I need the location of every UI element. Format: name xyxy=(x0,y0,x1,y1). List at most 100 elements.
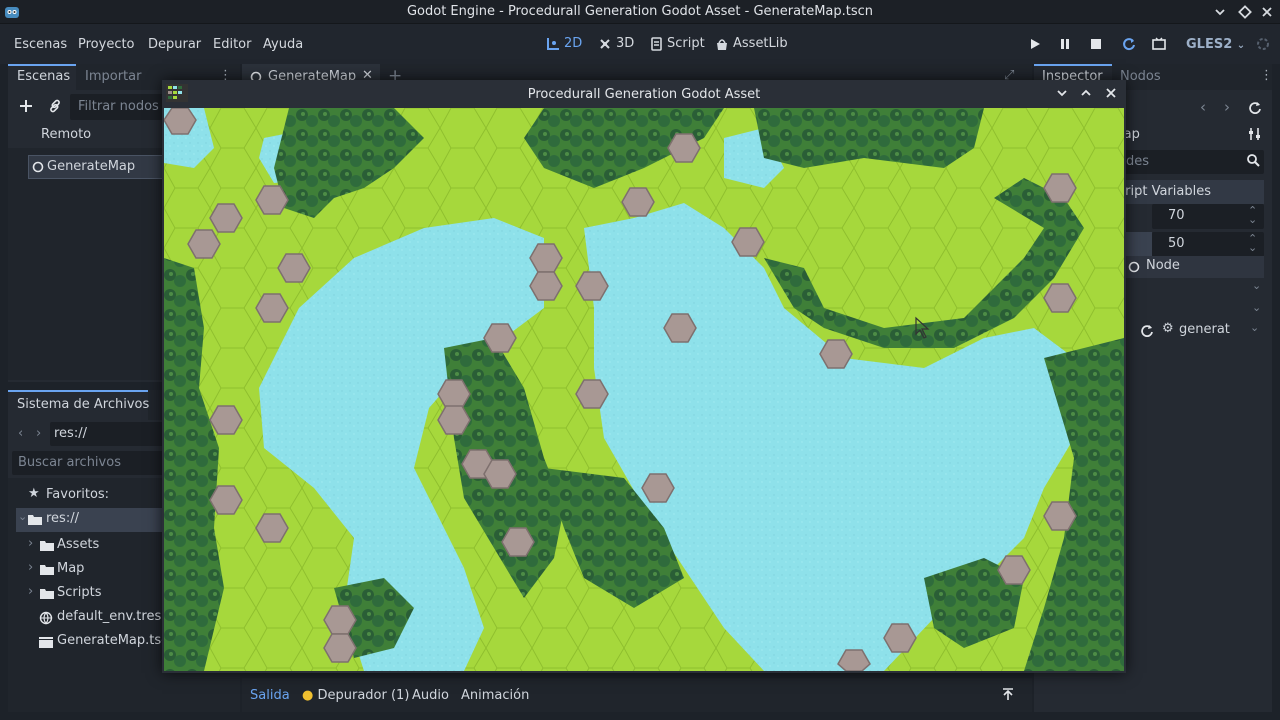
node-label: Node xyxy=(1146,258,1180,273)
tab-audio[interactable]: Audio xyxy=(412,688,449,703)
inspector-filter-input[interactable]: ades xyxy=(1114,150,1264,174)
chevron-down-icon: ⌄ xyxy=(1236,40,1246,51)
tab-nodos[interactable]: Nodos xyxy=(1120,69,1161,84)
menu-escenas[interactable]: Escenas xyxy=(14,37,67,52)
res-root-item[interactable]: ⌄ res:// xyxy=(16,508,168,532)
tab-depurador[interactable]: ● Depurador (1) xyxy=(302,688,409,703)
fs-item-label: Scripts xyxy=(57,585,102,600)
menu-editor[interactable]: Editor xyxy=(213,37,251,52)
object-properties-icon[interactable] xyxy=(1248,127,1262,141)
pause-icon[interactable] xyxy=(1058,37,1072,51)
property-value-1[interactable]: 70 ⌃ ⌄ xyxy=(1152,204,1264,229)
minimize-icon[interactable] xyxy=(1055,86,1069,100)
maximize-icon[interactable] xyxy=(1079,86,1093,100)
script-icon xyxy=(651,36,662,51)
renderer-label: GLES2 xyxy=(1186,37,1233,52)
history-icon[interactable] xyxy=(1248,100,1262,114)
renderer-select[interactable]: GLES2 ⌄ xyxy=(1186,37,1245,52)
search-icon xyxy=(1246,153,1260,167)
3d-icon xyxy=(600,38,610,49)
chevron-right-icon: › xyxy=(28,560,34,575)
gear-icon: ⚙ xyxy=(1162,321,1174,336)
workspace-script-button[interactable]: Script xyxy=(649,36,705,51)
spin-arrows-icon[interactable]: ⌃ ⌄ xyxy=(1248,205,1257,225)
fs-item-label: Assets xyxy=(57,537,100,552)
workspace-2d-label: 2D xyxy=(564,36,583,51)
play-scene-icon[interactable] xyxy=(1122,37,1136,51)
root-node-label: GenerateMap xyxy=(47,159,136,174)
add-node-icon[interactable] xyxy=(18,98,34,114)
reset-icon[interactable] xyxy=(1140,323,1154,337)
tab-animacion[interactable]: Animación xyxy=(461,688,529,703)
node-section[interactable]: Node xyxy=(1124,256,1264,278)
chevron-down-icon: ⌄ xyxy=(18,510,28,523)
close-icon[interactable] xyxy=(1259,4,1275,20)
script-select[interactable]: ⚙ generat ⌄ xyxy=(1160,319,1264,341)
hex-map-canvas xyxy=(164,108,1124,671)
warning-dot-icon: ● xyxy=(302,688,314,703)
workspace-assetlib-label: AssetLib xyxy=(733,36,788,51)
value-2: 50 xyxy=(1168,236,1185,251)
tab-escenas[interactable]: Escenas xyxy=(17,69,70,84)
spinner-icon xyxy=(1256,37,1270,51)
close-icon[interactable] xyxy=(1104,86,1118,100)
play-icon[interactable] xyxy=(1028,37,1042,51)
folder-icon xyxy=(28,515,42,525)
folder-icon xyxy=(40,541,54,551)
2d-icon xyxy=(547,37,559,50)
chevron-down-icon: ⌄ xyxy=(1250,321,1260,334)
chevron-down-icon[interactable]: ⌄ xyxy=(1252,279,1261,292)
filter-nodes-placeholder: Filtrar nodos xyxy=(78,99,159,114)
history-back-icon[interactable]: ‹ xyxy=(1200,98,1206,116)
window-title: Godot Engine - Procedurall Generation Go… xyxy=(406,4,874,19)
menu-proyecto[interactable]: Proyecto xyxy=(78,37,135,52)
scene-tree-root[interactable]: GenerateMap xyxy=(28,155,168,179)
chevron-right-icon: › xyxy=(28,536,34,551)
clapperboard-icon xyxy=(39,637,53,648)
maximize-icon[interactable] xyxy=(1237,4,1253,20)
favorites-label: Favoritos: xyxy=(46,487,110,502)
back-chevron-icon[interactable]: ‹ xyxy=(18,426,23,441)
star-icon: ★ xyxy=(28,486,40,501)
workspace-assetlib-button[interactable]: AssetLib xyxy=(715,36,788,51)
chevron-down-icon[interactable]: ⌄ xyxy=(1252,301,1261,314)
bottom-panel-bar: Salida ● Depurador (1) Audio Animación xyxy=(242,678,1032,712)
game-window-title: Procedurall Generation Godot Asset xyxy=(527,87,761,102)
workspace-script-label: Script xyxy=(667,36,705,51)
path-value: res:// xyxy=(54,426,87,441)
expand-panel-icon[interactable] xyxy=(1001,687,1015,701)
script-variables-section[interactable]: cript Variables xyxy=(1114,180,1264,204)
menu-bar: Escenas Proyecto Depurar Editor Ayuda 2D… xyxy=(0,24,1280,64)
folder-icon xyxy=(40,589,54,599)
node-circle-icon xyxy=(1128,261,1140,273)
game-window[interactable]: Procedurall Generation Godot Asset xyxy=(162,80,1126,673)
play-custom-scene-icon[interactable] xyxy=(1152,37,1166,51)
title-bar: Godot Engine - Procedurall Generation Go… xyxy=(0,0,1280,24)
forward-chevron-icon[interactable]: › xyxy=(36,426,41,441)
workspace-3d-button[interactable]: 3D xyxy=(598,36,634,51)
section-label: cript Variables xyxy=(1118,184,1211,199)
res-root-label: res:// xyxy=(46,511,79,526)
search-files-placeholder: Buscar archivos xyxy=(18,455,121,470)
menu-depurar[interactable]: Depurar xyxy=(148,37,201,52)
globe-icon xyxy=(39,611,53,625)
stop-icon[interactable] xyxy=(1089,37,1103,51)
history-forward-icon[interactable]: › xyxy=(1224,98,1230,116)
tab-importar[interactable]: Importar xyxy=(85,69,141,84)
link-icon[interactable] xyxy=(48,99,63,114)
menu-ayuda[interactable]: Ayuda xyxy=(263,37,303,52)
filesystem-title[interactable]: Sistema de Archivos xyxy=(17,397,149,412)
property-value-2[interactable]: 50 ⌃ ⌄ xyxy=(1152,232,1264,257)
workspace-3d-label: 3D xyxy=(616,36,635,51)
remote-toggle[interactable]: Remoto xyxy=(41,127,91,142)
fs-item-label: GenerateMap.tscn xyxy=(57,633,177,648)
dock-menu-icon[interactable]: ⋮ xyxy=(1260,68,1273,83)
procedural-hex-map[interactable] xyxy=(164,108,1124,671)
script-name: generat xyxy=(1179,322,1230,337)
spin-arrows-icon[interactable]: ⌃ ⌄ xyxy=(1248,233,1257,253)
fs-item-label: Map xyxy=(57,561,85,576)
minimize-icon[interactable] xyxy=(1212,4,1228,20)
tab-salida[interactable]: Salida xyxy=(250,688,290,703)
fs-item-label: default_env.tres xyxy=(57,609,162,624)
workspace-2d-button[interactable]: 2D xyxy=(546,36,582,51)
